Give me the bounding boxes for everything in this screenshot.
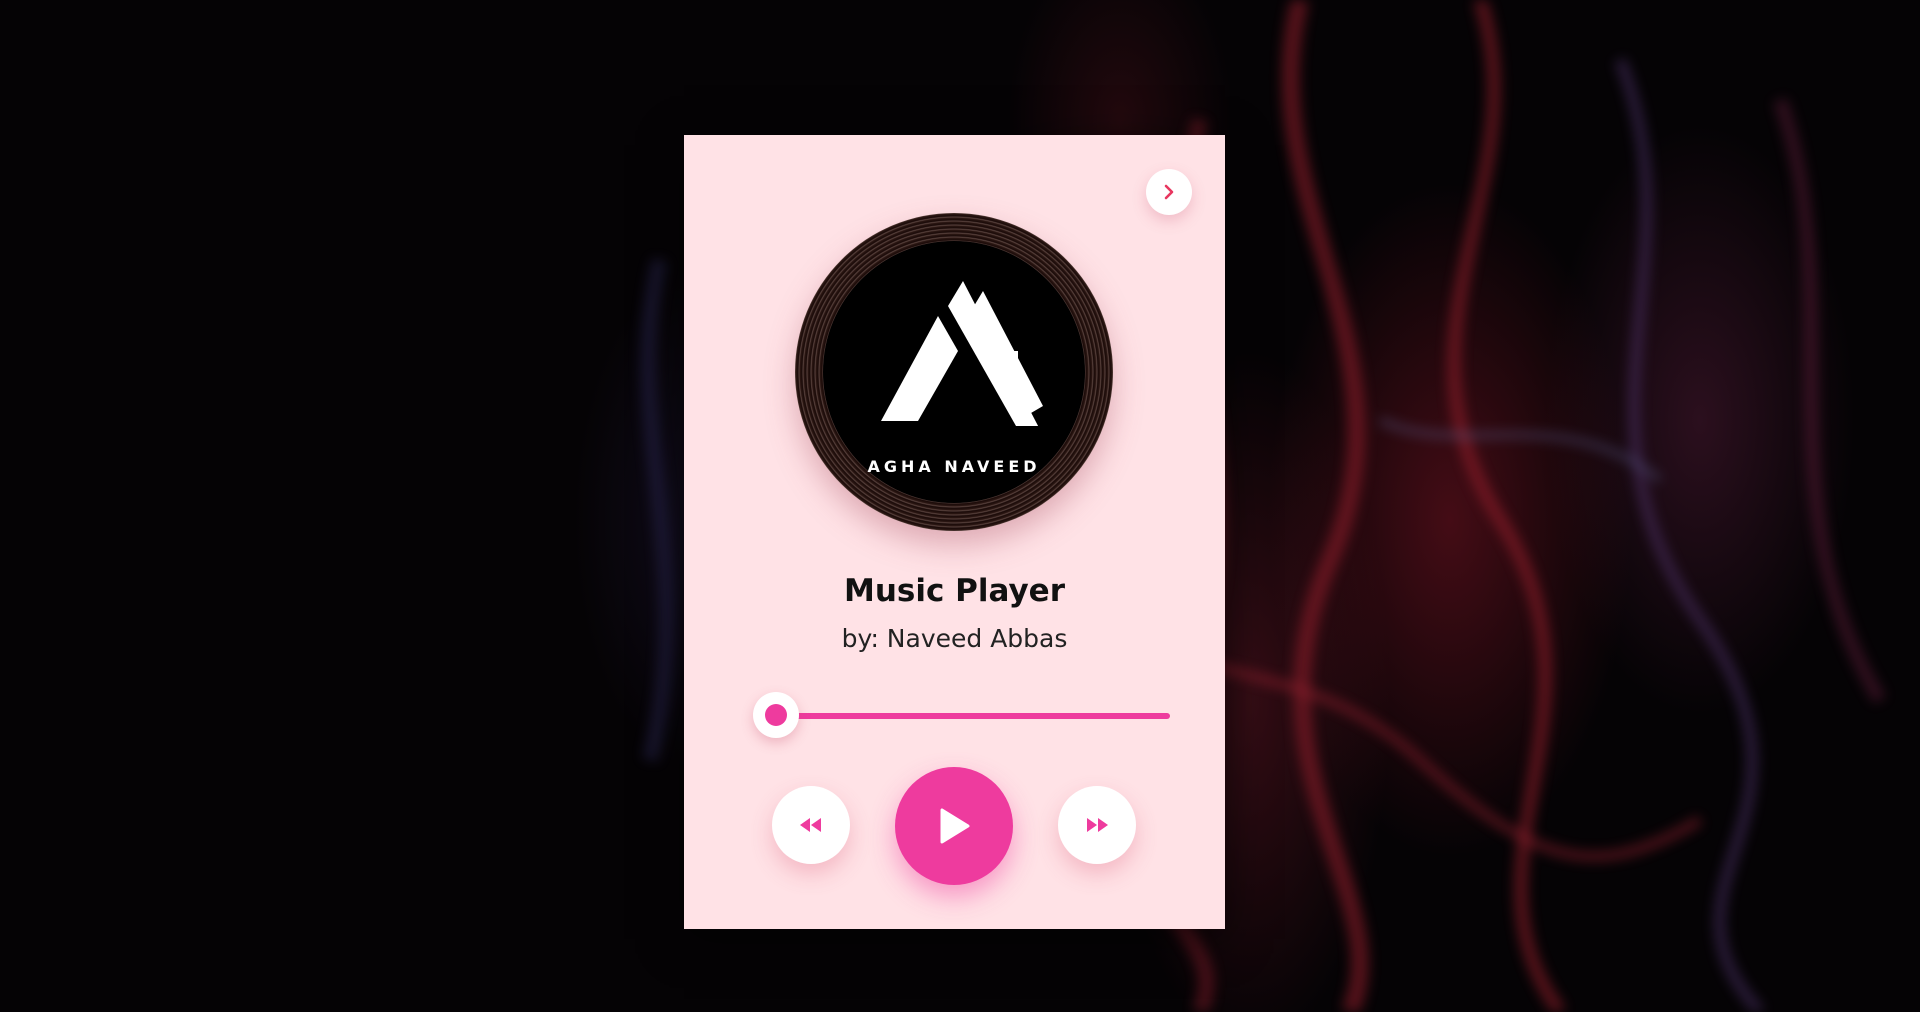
music-player-card: AGHA NAVEED Music Player by: Naveed Abba… (684, 135, 1225, 929)
forward-icon (1087, 818, 1108, 832)
progress-thumb[interactable] (753, 692, 800, 738)
progress-bar[interactable] (753, 692, 1170, 738)
rewind-button[interactable] (772, 786, 850, 864)
play-button[interactable] (895, 767, 1013, 885)
next-track-button[interactable] (1146, 169, 1192, 215)
cover-logo-text: AGHA NAVEED (867, 457, 1041, 476)
vinyl-disc: AGHA NAVEED (795, 213, 1113, 531)
progress-thumb-dot (765, 704, 788, 726)
track-title: Music Player (844, 573, 1065, 609)
play-icon (940, 808, 970, 844)
chevron-right-icon (1164, 184, 1174, 200)
fast-forward-button[interactable] (1058, 786, 1136, 864)
cover-logo: AGHA NAVEED (823, 241, 1085, 503)
backward-icon (800, 818, 821, 832)
track-artist: by: Naveed Abbas (841, 624, 1068, 653)
album-cover: AGHA NAVEED (795, 213, 1113, 531)
